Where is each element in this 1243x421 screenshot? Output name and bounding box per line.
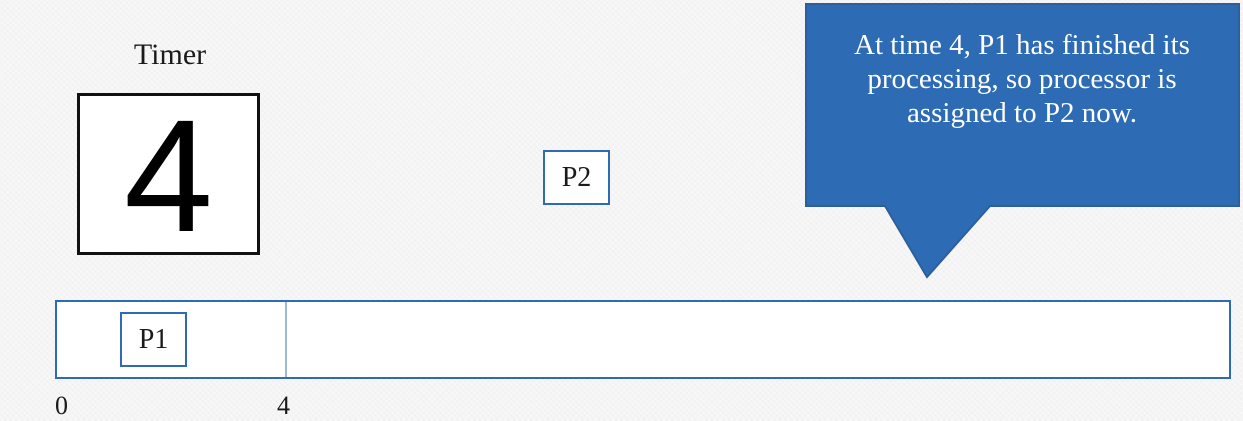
- time-tick-0: 0: [55, 391, 68, 420]
- gantt-chart-bar: [55, 300, 1231, 379]
- time-tick-4: 4: [277, 391, 290, 420]
- timer-value: 4: [124, 86, 213, 265]
- callout-text: At time 4, P1 has finished its processin…: [854, 29, 1190, 129]
- timer-box: 4: [77, 90, 260, 262]
- process-p1-box: P1: [120, 312, 187, 367]
- timer-label: Timer: [133, 38, 207, 71]
- gantt-divider: [285, 302, 287, 377]
- process-p2-box: P2: [543, 150, 610, 205]
